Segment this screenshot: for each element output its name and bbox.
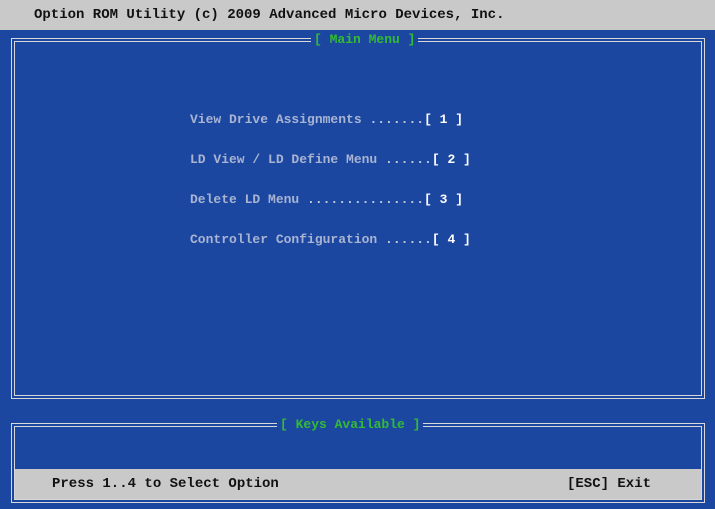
menu-item-key: [ 2 ]: [431, 152, 471, 167]
menu-item-label: Delete LD Menu: [190, 192, 300, 207]
menu-item-delete-ld[interactable]: Delete LD Menu ...............[ 3 ]: [190, 192, 471, 232]
keys-available-title: [ Keys Available ]: [277, 417, 424, 433]
app-title: Option ROM Utility (c) 2009 Advanced Mic…: [34, 7, 505, 23]
main-menu-panel: [ Main Menu ] View Drive Assignments ...…: [11, 32, 705, 399]
main-menu-title: [ Main Menu ]: [311, 32, 419, 48]
menu-item-key: [ 3 ]: [424, 192, 464, 207]
menu-item-label: View Drive Assignments: [190, 112, 362, 127]
keys-available-panel: [ Keys Available ] Press 1..4 to Select …: [11, 417, 705, 503]
menu-item-key: [ 4 ]: [431, 232, 471, 247]
menu-item-dots: ...............: [299, 192, 425, 207]
menu-item-view-drive-assignments[interactable]: View Drive Assignments .......[ 1 ]: [190, 112, 471, 152]
esc-exit-key[interactable]: [ESC] Exit: [567, 469, 651, 499]
menu-item-controller-configuration[interactable]: Controller Configuration ......[ 4 ]: [190, 232, 471, 272]
menu-item-ld-view-define[interactable]: LD View / LD Define Menu ......[ 2 ]: [190, 152, 471, 192]
menu-item-dots: ......: [377, 232, 432, 247]
menu-item-label: Controller Configuration: [190, 232, 378, 247]
main-menu-list: View Drive Assignments .......[ 1 ] LD V…: [190, 112, 471, 272]
select-option-hint: Press 1..4 to Select Option: [52, 476, 279, 492]
menu-item-dots: ......: [377, 152, 432, 167]
title-bar: Option ROM Utility (c) 2009 Advanced Mic…: [0, 0, 715, 30]
keys-bar: Press 1..4 to Select Option [ESC] Exit: [15, 469, 701, 499]
menu-item-dots: .......: [361, 112, 425, 127]
menu-item-key: [ 1 ]: [424, 112, 464, 127]
menu-item-label: LD View / LD Define Menu: [190, 152, 378, 167]
